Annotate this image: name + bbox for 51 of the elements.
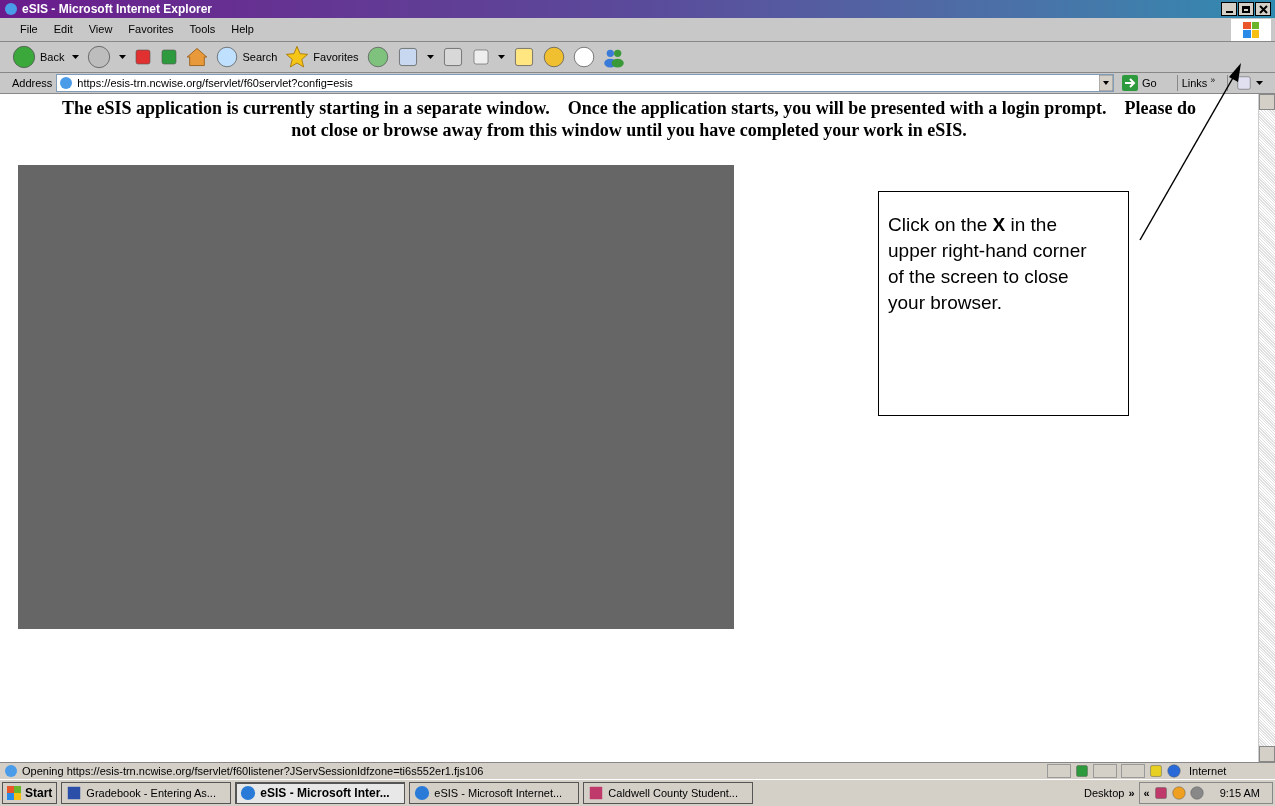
search-button[interactable]: Search [216,46,278,68]
windows-logo-icon [1231,18,1271,41]
status-pane [1093,764,1117,778]
taskbar-button[interactable]: eSIS - Microsoft Inter... [235,782,406,804]
taskbar-button[interactable]: eSIS - Microsoft Internet... [409,782,580,804]
scrollbar[interactable] [1258,94,1275,762]
links-button[interactable]: Links $^{»}$ [1176,74,1219,92]
menu-item[interactable]: Favorites [120,21,182,38]
menu-item[interactable]: Help [223,21,262,38]
status-pane [1047,764,1071,778]
zone-text: Internet [1188,763,1228,779]
menu-item[interactable]: Tools [181,21,224,38]
close-icon[interactable] [1255,2,1271,16]
go-arrow-icon [1121,75,1138,91]
caret-icon[interactable] [426,55,434,59]
message-text: The eSIS application is currently starting in a separate window. Once the application starts, you will be presented with a login prompt. Please do not close or browse away from this window until you have completed your work in eSIS. [60,97,1198,141]
taskbar-button[interactable]: Gradebook - Entering As... [61,782,232,804]
restore-icon[interactable] [1238,2,1254,16]
globe-icon [414,785,431,801]
dropdown-icon[interactable] [1098,75,1113,91]
taskbar-button[interactable]: Caldwell County Student... [583,782,754,804]
caret-icon[interactable] [1256,81,1263,85]
caret-icon[interactable] [119,55,127,59]
go-button[interactable]: Go [1117,74,1161,92]
page-icon [4,764,18,778]
caret-icon[interactable] [497,55,505,59]
page-icon [59,76,74,90]
status-text: Opening https://esis-trn.ncwise.org/fservlet/f60listener?JServSessionIdfzone=ti6s552er1.fjs106 [22,763,485,779]
tray-chevron[interactable]: « [1143,784,1150,802]
menu-item[interactable]: View [80,21,121,38]
toolbar-more-button[interactable]: » [1128,784,1135,802]
address-label: Address [12,75,53,91]
favorites-button[interactable]: Favorites [285,45,359,69]
address-field[interactable]: https://esis-trn.ncwise.org/fservlet/f60servlet?config=esis [56,74,1114,92]
url-text: https://esis-trn.ncwise.org/fservlet/f60servlet?config=esis [77,75,354,91]
caret-icon[interactable] [72,55,80,59]
home-icon[interactable] [186,46,209,68]
globe-icon [240,785,257,801]
back-button[interactable]: Back [12,45,65,69]
minimize-icon[interactable] [1221,2,1237,16]
star-icon[interactable] [285,45,310,69]
start-button[interactable]: Start [2,782,58,804]
menu-item[interactable]: File [12,21,46,38]
status-pane [1121,764,1145,778]
clock: 9:15 AM [1218,785,1261,801]
callout-text: Click on the X in the upper right-hand corner of the screen to close your browser. [878,191,1129,416]
browser-icon [4,2,18,16]
window-title: eSIS - Microsoft Internet Explorer [22,1,213,18]
globe-icon[interactable] [1167,764,1181,778]
desktop-toolbar-label: Desktop [1084,785,1125,801]
menu-item[interactable]: Edit [45,21,81,38]
